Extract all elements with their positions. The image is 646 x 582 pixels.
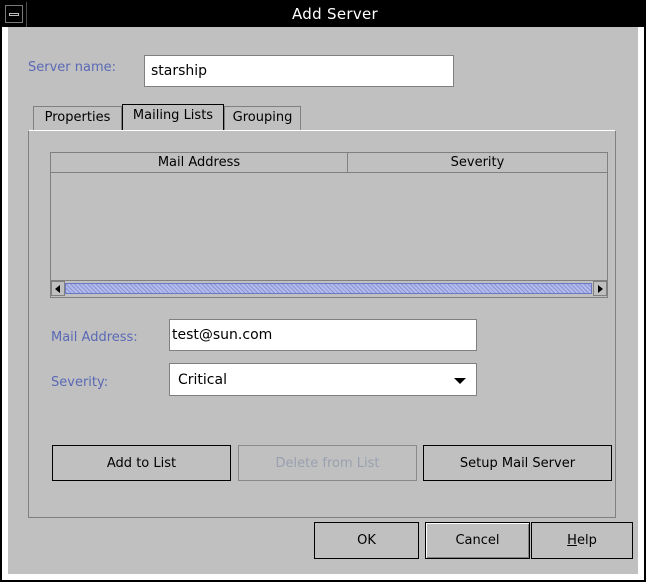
arrow-left-icon <box>55 285 60 293</box>
mail-address-label: Mail Address: <box>51 330 138 345</box>
arrow-right-icon <box>598 285 603 293</box>
chevron-down-icon <box>454 378 466 384</box>
horizontal-scrollbar[interactable] <box>51 280 607 297</box>
tab-grouping[interactable]: Grouping <box>224 106 301 130</box>
severity-dropdown[interactable]: Critical <box>169 363 477 396</box>
delete-from-list-button[interactable]: Delete from List <box>238 445 417 481</box>
help-mnemonic: H <box>567 533 577 548</box>
help-label-rest: elp <box>576 533 597 548</box>
severity-label: Severity: <box>51 375 109 390</box>
ok-button[interactable]: OK <box>314 522 419 559</box>
scroll-thumb[interactable] <box>65 283 592 294</box>
mail-list-table[interactable]: Mail Address Severity <box>50 152 608 298</box>
scroll-left-button[interactable] <box>51 281 65 296</box>
column-header-mail-address[interactable]: Mail Address <box>51 153 348 173</box>
server-name-input[interactable]: starship <box>144 55 454 87</box>
add-server-dialog: Add Server Server name: starship Propert… <box>0 0 646 582</box>
window-title: Add Server <box>292 5 378 23</box>
mailing-lists-panel: Mail Address Severity Mail Address: test… <box>28 130 616 518</box>
cancel-button[interactable]: Cancel <box>425 522 530 559</box>
add-to-list-button[interactable]: Add to List <box>52 445 231 481</box>
column-header-severity[interactable]: Severity <box>348 153 607 173</box>
help-button[interactable]: Help <box>531 522 633 559</box>
title-bar[interactable]: Add Server <box>2 2 644 27</box>
server-name-label: Server name: <box>28 60 117 75</box>
tab-mailing-lists[interactable]: Mailing Lists <box>122 104 224 130</box>
mail-address-input[interactable]: test@sun.com <box>169 319 477 351</box>
setup-mail-server-button[interactable]: Setup Mail Server <box>423 445 612 481</box>
window-menu-icon[interactable] <box>5 5 23 23</box>
dialog-body: Server name: starship Properties Mailing… <box>8 27 638 574</box>
severity-selected-value: Critical <box>178 371 227 388</box>
tab-properties[interactable]: Properties <box>33 106 122 130</box>
scroll-right-button[interactable] <box>593 281 607 296</box>
